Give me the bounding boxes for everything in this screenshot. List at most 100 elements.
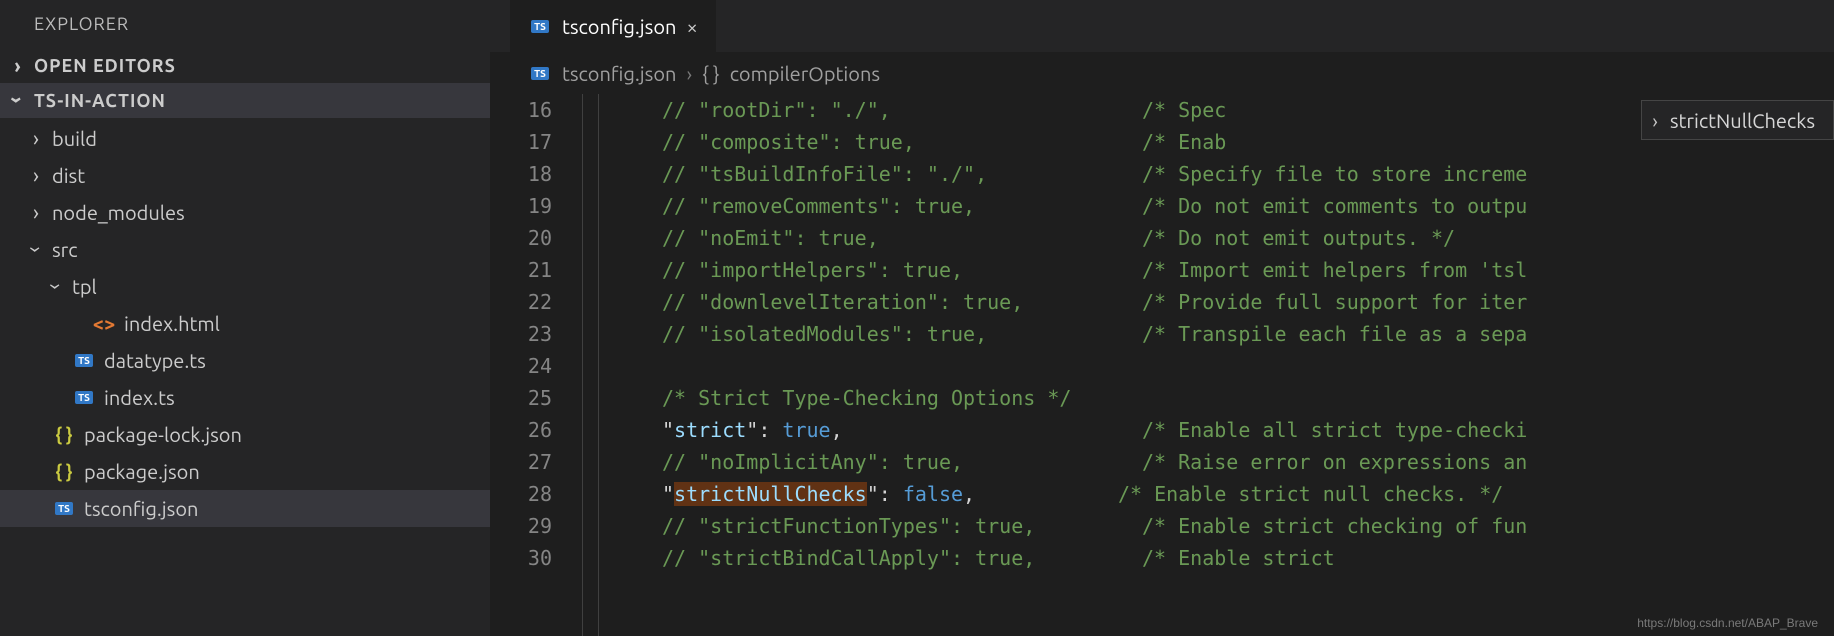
trailing-comment: /* Enable strict checking of fun xyxy=(1142,510,1527,542)
suggestion-label: strictNullChecks xyxy=(1670,109,1815,132)
breadcrumb-file[interactable]: tsconfig.json xyxy=(562,62,676,85)
trailing-comment: /* Enable strict xyxy=(1142,542,1335,574)
line-number-gutter: 161718192021222324252627282930 xyxy=(490,94,578,636)
editor-area: TS tsconfig.json × TS tsconfig.json › { … xyxy=(490,0,1834,636)
close-icon[interactable]: × xyxy=(686,15,697,38)
code-line[interactable]: // "noEmit": true,/* Do not emit outputs… xyxy=(614,222,1834,254)
ts-icon: TS xyxy=(72,391,96,404)
code-line[interactable]: // "isolatedModules": true,/* Transpile … xyxy=(614,318,1834,350)
chevron-right-icon xyxy=(10,54,26,77)
trailing-comment: /* Do not emit outputs. */ xyxy=(1142,222,1455,254)
fold-strip[interactable] xyxy=(578,94,614,636)
project-label: TS-IN-ACTION xyxy=(34,91,166,111)
open-editors-label: OPEN EDITORS xyxy=(34,56,176,76)
line-number: 23 xyxy=(490,318,552,350)
explorer-title: EXPLORER xyxy=(0,0,490,48)
file-item[interactable]: TS tsconfig.json xyxy=(0,490,490,527)
watermark: https://blog.csdn.net/ABAP_Brave xyxy=(1637,616,1818,630)
code-editor[interactable]: 161718192021222324252627282930 // "rootD… xyxy=(490,94,1834,636)
tree-item-label: datatype.ts xyxy=(104,349,206,372)
line-number: 22 xyxy=(490,286,552,318)
ts-icon: TS xyxy=(528,67,552,80)
file-item[interactable]: TS index.ts xyxy=(0,379,490,416)
line-number: 19 xyxy=(490,190,552,222)
line-number: 20 xyxy=(490,222,552,254)
tree-item-label: index.html xyxy=(124,312,220,335)
folder-item[interactable]: dist xyxy=(0,157,490,194)
trailing-comment: /* Enable strict null checks. */ xyxy=(1118,478,1503,510)
breadcrumb[interactable]: TS tsconfig.json › { } compilerOptions xyxy=(490,52,1834,94)
code-content[interactable]: // "rootDir": "./",/* Spec// "composite"… xyxy=(614,94,1834,636)
code-line[interactable]: // "strictFunctionTypes": true,/* Enable… xyxy=(614,510,1834,542)
trailing-comment: /* Provide full support for iter xyxy=(1142,286,1527,318)
line-number: 24 xyxy=(490,350,552,382)
trailing-comment: /* Raise error on expressions an xyxy=(1142,446,1527,478)
ts-icon: TS xyxy=(528,20,552,33)
app-root: EXPLORER OPEN EDITORS TS-IN-ACTION build… xyxy=(0,0,1834,636)
line-number: 25 xyxy=(490,382,552,414)
tree-item-label: dist xyxy=(52,164,85,187)
file-item[interactable]: <> index.html xyxy=(0,305,490,342)
code-line[interactable] xyxy=(614,350,1834,382)
line-number: 29 xyxy=(490,510,552,542)
code-line[interactable]: // "downlevelIteration": true,/* Provide… xyxy=(614,286,1834,318)
code-line[interactable]: // "strictBindCallApply": true,/* Enable… xyxy=(614,542,1834,574)
chevron-right-icon[interactable] xyxy=(28,200,44,225)
line-number: 17 xyxy=(490,126,552,158)
code-line[interactable]: // "noImplicitAny": true,/* Raise error … xyxy=(614,446,1834,478)
tree-item-label: src xyxy=(52,238,78,261)
trailing-comment: /* Enable all strict type-checki xyxy=(1142,414,1527,446)
folder-item[interactable]: src xyxy=(0,231,490,268)
code-line[interactable]: "strictNullChecks": false,/* Enable stri… xyxy=(614,478,1834,510)
code-line[interactable]: /* Strict Type-Checking Options */ xyxy=(614,382,1834,414)
trailing-comment: /* Transpile each file as a sepa xyxy=(1142,318,1527,350)
tab-bar: TS tsconfig.json × xyxy=(490,0,1834,52)
tree-item-label: tpl xyxy=(72,275,97,298)
code-line[interactable]: // "importHelpers": true,/* Import emit … xyxy=(614,254,1834,286)
json-icon: { } xyxy=(52,462,76,482)
line-number: 28 xyxy=(490,478,552,510)
json-icon: { } xyxy=(52,425,76,445)
code-line[interactable]: // "tsBuildInfoFile": "./",/* Specify fi… xyxy=(614,158,1834,190)
folder-item[interactable]: node_modules xyxy=(0,194,490,231)
ts-icon: TS xyxy=(72,354,96,367)
file-item[interactable]: { } package.json xyxy=(0,453,490,490)
folder-item[interactable]: tpl xyxy=(0,268,490,305)
code-line[interactable]: // "removeComments": true,/* Do not emit… xyxy=(614,190,1834,222)
chevron-right-icon[interactable] xyxy=(28,126,44,151)
trailing-comment: /* Spec xyxy=(1142,94,1226,126)
tab-tsconfig[interactable]: TS tsconfig.json × xyxy=(510,0,716,52)
chevron-down-icon[interactable] xyxy=(48,274,64,299)
line-number: 27 xyxy=(490,446,552,478)
braces-icon: { } xyxy=(702,62,720,85)
file-item[interactable]: TS datatype.ts xyxy=(0,342,490,379)
line-number: 16 xyxy=(490,94,552,126)
tree-item-label: node_modules xyxy=(52,201,185,224)
html-icon: <> xyxy=(92,312,116,335)
tree-item-label: package-lock.json xyxy=(84,423,242,446)
chevron-down-icon xyxy=(10,89,26,112)
breadcrumb-symbol[interactable]: compilerOptions xyxy=(730,62,880,85)
file-item[interactable]: { } package-lock.json xyxy=(0,416,490,453)
trailing-comment: /* Import emit helpers from 'tsl xyxy=(1142,254,1527,286)
chevron-right-icon[interactable] xyxy=(28,163,44,188)
line-number: 18 xyxy=(490,158,552,190)
chevron-down-icon[interactable] xyxy=(28,237,44,262)
project-header[interactable]: TS-IN-ACTION xyxy=(0,83,490,118)
tree-item-label: tsconfig.json xyxy=(84,497,198,520)
trailing-comment: /* Do not emit comments to outpu xyxy=(1142,190,1527,222)
chevron-right-icon: › xyxy=(1652,109,1658,132)
tab-label: tsconfig.json xyxy=(562,15,676,38)
trailing-comment: /* Specify file to store increme xyxy=(1142,158,1527,190)
line-number: 21 xyxy=(490,254,552,286)
open-editors-header[interactable]: OPEN EDITORS xyxy=(0,48,490,83)
tree-item-label: package.json xyxy=(84,460,200,483)
tree-item-label: index.ts xyxy=(104,386,175,409)
suggestion-popup[interactable]: › strictNullChecks xyxy=(1641,100,1834,140)
code-line[interactable]: "strict": true,/* Enable all strict type… xyxy=(614,414,1834,446)
line-number: 30 xyxy=(490,542,552,574)
folder-item[interactable]: build xyxy=(0,120,490,157)
tree-item-label: build xyxy=(52,127,97,150)
trailing-comment: /* Enab xyxy=(1142,126,1226,158)
ts-icon: TS xyxy=(52,502,76,515)
